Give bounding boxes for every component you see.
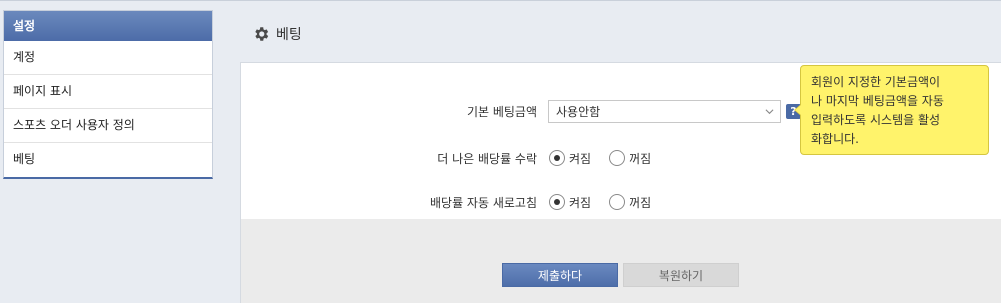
tooltip-pointer-fill	[795, 105, 801, 115]
radio-unchecked-icon	[609, 194, 626, 210]
sidebar-item-page-display[interactable]: 페이지 표시	[4, 75, 212, 109]
chevron-down-icon	[765, 108, 774, 114]
default-bet-label: 기본 베팅금액	[466, 104, 537, 119]
better-odds-row: 더 나은 배당률 수락 켜짐 꺼짐	[241, 146, 1001, 170]
default-bet-value: 사용안함	[556, 104, 601, 119]
sidebar-item-account[interactable]: 계정	[4, 41, 212, 75]
better-odds-label: 더 나은 배당률 수락	[437, 151, 537, 166]
radio-label: 꺼짐	[629, 195, 652, 210]
sidebar-item-sports-order[interactable]: 스포츠 오더 사용자 정의	[4, 109, 212, 143]
gear-icon	[255, 27, 269, 41]
submit-button[interactable]: 제출하다	[502, 263, 618, 287]
tooltip-line: 회원이 지정한 기본금액이	[811, 75, 941, 89]
auto-refresh-radio-group: 켜짐 꺼짐	[549, 194, 669, 211]
tooltip-line: 입력하도록 시스템을 활성	[811, 113, 941, 127]
better-odds-off-radio[interactable]: 꺼짐	[609, 150, 651, 167]
help-tooltip: 회원이 지정한 기본금액이 나 마지막 베팅금액을 자동 입력하도록 시스템을 …	[794, 65, 989, 155]
reset-button[interactable]: 복원하기	[623, 263, 739, 287]
radio-label: 켜짐	[569, 151, 592, 166]
radio-unchecked-icon	[609, 150, 626, 166]
radio-checked-icon	[549, 150, 565, 166]
auto-refresh-row: 배당률 자동 새로고침 켜짐 꺼짐	[241, 190, 1001, 214]
radio-label: 켜짐	[569, 195, 592, 210]
sidebar-item-betting[interactable]: 베팅	[4, 143, 212, 177]
auto-refresh-on-radio[interactable]: 켜짐	[549, 194, 591, 211]
auto-refresh-off-radio[interactable]: 꺼짐	[609, 194, 651, 211]
page-title: 베팅	[252, 24, 302, 44]
better-odds-on-radio[interactable]: 켜짐	[549, 150, 591, 167]
default-bet-select[interactable]: 사용안함	[548, 99, 781, 123]
betting-settings-panel: 기본 베팅금액 사용안함 ? 회원이 지정한 기본금액이 나 마지막 베팅금액을…	[240, 62, 1001, 303]
auto-refresh-label: 배당률 자동 새로고침	[430, 195, 537, 210]
radio-label: 꺼짐	[629, 151, 652, 166]
sidebar-header: 설정	[4, 11, 212, 41]
page-title-text: 베팅	[276, 27, 302, 43]
radio-checked-icon	[549, 194, 565, 210]
top-border	[0, 0, 1001, 1]
better-odds-radio-group: 켜짐 꺼짐	[549, 150, 669, 167]
settings-sidebar: 설정 계정 페이지 표시 스포츠 오더 사용자 정의 베팅	[3, 10, 213, 179]
form-footer: 제출하다 복원하기	[241, 219, 1001, 303]
tooltip-line: 나 마지막 베팅금액을 자동	[811, 94, 944, 108]
